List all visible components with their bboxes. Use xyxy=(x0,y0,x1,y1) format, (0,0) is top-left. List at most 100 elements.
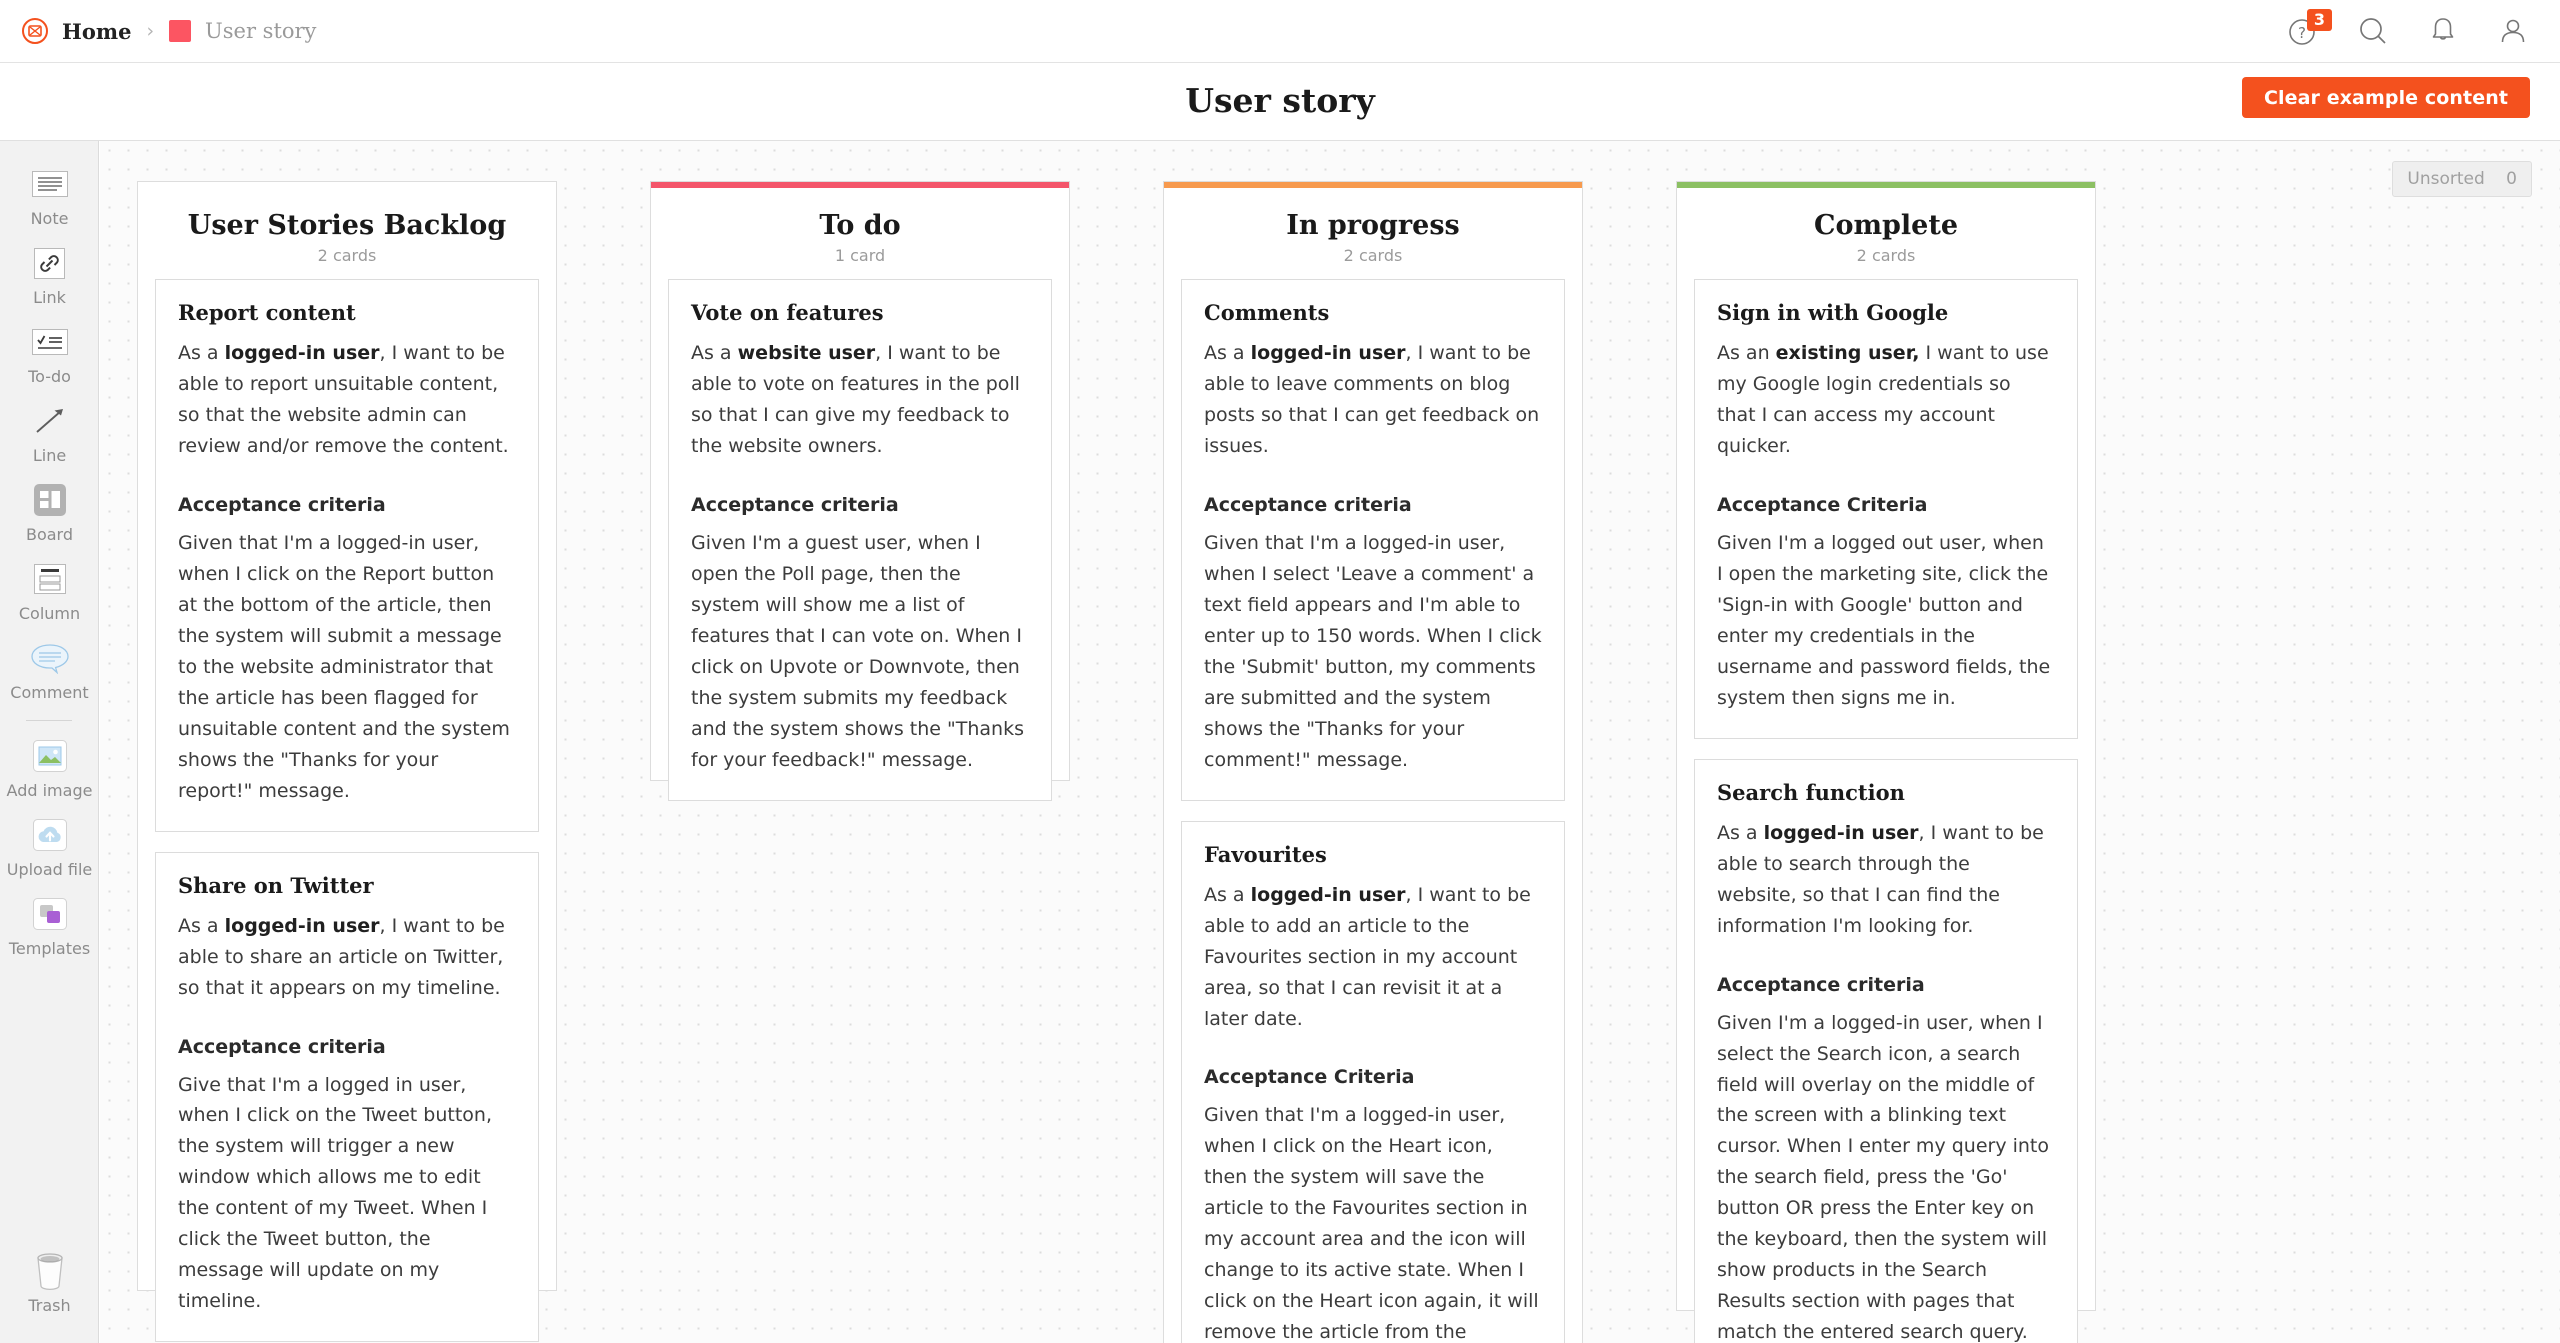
card-story: As a website user, I want to be able to … xyxy=(691,342,1020,457)
tool-line[interactable]: Line xyxy=(0,402,99,465)
unsorted-chip[interactable]: Unsorted 0 xyxy=(2392,161,2532,197)
board-column-todo[interactable]: To do 1 card Vote on features As a websi… xyxy=(650,181,1070,801)
help-badge: 3 xyxy=(2306,9,2332,31)
card-criteria: Given that I'm a logged-in user, when I … xyxy=(1204,531,1542,771)
story-card[interactable]: Search function As a logged-in user, I w… xyxy=(1694,758,2078,1343)
card-story: As an existing user, I want to use my Go… xyxy=(1717,342,2049,457)
story-card[interactable]: Vote on features As a website user, I wa… xyxy=(668,279,1052,801)
column-title: In progress xyxy=(1286,210,1460,241)
left-toolbar: Note Link To-do Line Board Column Commen… xyxy=(0,141,99,1343)
tool-note-label: Note xyxy=(30,209,69,228)
card-title: Sign in with Google xyxy=(1717,300,1949,325)
toolbar-divider xyxy=(26,720,72,721)
tool-column[interactable]: Column xyxy=(0,560,99,623)
tool-trash-label: Trash xyxy=(28,1296,71,1315)
card-criteria: Given that I'm a logged-in user, when I … xyxy=(178,531,510,802)
image-icon xyxy=(27,737,73,775)
column-header: To do 1 card xyxy=(651,188,1069,279)
card-title: Vote on features xyxy=(691,300,884,325)
tool-add-image-label: Add image xyxy=(6,781,93,800)
column-card-count: 1 card xyxy=(834,246,886,265)
tool-note[interactable]: Note xyxy=(0,165,99,228)
story-card[interactable]: Share on Twitter As a logged-in user, I … xyxy=(155,851,539,1343)
tool-board-label: Board xyxy=(25,525,74,544)
top-bar-actions: ? 3 xyxy=(2286,9,2560,48)
tool-templates[interactable]: Templates xyxy=(0,895,99,958)
clear-example-content-button[interactable]: Clear example content xyxy=(2241,77,2530,118)
tool-board[interactable]: Board xyxy=(0,481,99,544)
tool-line-label: Line xyxy=(32,446,67,465)
upload-icon xyxy=(27,816,73,854)
todo-icon xyxy=(27,323,73,361)
card-criteria: Given I'm a guest user, when I open the … xyxy=(691,531,1024,771)
story-card[interactable]: Sign in with Google As an existing user,… xyxy=(1694,279,2078,739)
trash-icon xyxy=(27,1252,73,1291)
card-story: As a logged-in user, I want to be able t… xyxy=(178,914,505,999)
help-icon[interactable]: ? 3 xyxy=(2286,9,2332,48)
column-card-count: 2 cards xyxy=(1856,246,1916,265)
tool-todo[interactable]: To-do xyxy=(0,323,99,386)
card-criteria-label: Acceptance Criteria xyxy=(1204,1066,1415,1089)
tool-comment[interactable]: Comment xyxy=(0,639,99,702)
card-criteria-label: Acceptance criteria xyxy=(691,493,899,516)
bell-icon[interactable] xyxy=(2426,14,2460,48)
card-title: Favourites xyxy=(1204,841,1327,867)
card-criteria: Given I'm a logged out user, when I open… xyxy=(1717,531,2051,709)
column-icon xyxy=(27,560,73,598)
board-canvas[interactable]: Unsorted 0 User Stories Backlog 2 cards … xyxy=(100,141,2560,1343)
breadcrumb-home[interactable]: Home xyxy=(62,19,131,44)
breadcrumb-current[interactable]: User story xyxy=(205,19,316,43)
board-column-in-progress[interactable]: In progress 2 cards Comments As a logged… xyxy=(1163,181,1583,1343)
column-header: Complete 2 cards xyxy=(1677,188,2095,279)
note-icon xyxy=(27,165,73,203)
page-title: User story xyxy=(1185,81,1375,120)
account-icon[interactable] xyxy=(2496,14,2530,48)
story-card[interactable]: Favourites As a logged-in user, I want t… xyxy=(1181,820,1565,1343)
search-icon[interactable] xyxy=(2356,14,2390,48)
line-icon xyxy=(27,402,73,440)
card-story: As a logged-in user, I want to be able t… xyxy=(178,342,509,457)
column-card-count: 2 cards xyxy=(1343,246,1403,265)
story-card[interactable]: Report content As a logged-in user, I wa… xyxy=(155,279,539,832)
column-body: Comments As a logged-in user, I want to … xyxy=(1164,279,1582,1343)
tool-add-image[interactable]: Add image xyxy=(0,737,99,800)
column-card-count: 2 cards xyxy=(317,246,377,265)
page-header: User story Clear example content xyxy=(0,63,2560,141)
tool-link[interactable]: Link xyxy=(0,244,99,307)
card-criteria-label: Acceptance criteria xyxy=(1204,493,1412,516)
column-header: User Stories Backlog 2 cards xyxy=(138,188,556,279)
column-title: To do xyxy=(819,210,901,241)
app-logo-icon[interactable] xyxy=(22,18,48,44)
link-icon xyxy=(27,244,73,282)
story-card[interactable]: Comments As a logged-in user, I want to … xyxy=(1181,279,1565,801)
tool-comment-label: Comment xyxy=(10,683,89,702)
column-title: Complete xyxy=(1813,210,1959,241)
column-header: In progress 2 cards xyxy=(1164,188,1582,279)
tool-column-label: Column xyxy=(18,604,81,623)
card-criteria-label: Acceptance criteria xyxy=(178,1035,386,1058)
column-body: Sign in with Google As an existing user,… xyxy=(1677,279,2095,1343)
unsorted-label: Unsorted xyxy=(2407,169,2485,189)
unsorted-count: 0 xyxy=(2506,169,2517,189)
tool-upload-file-label: Upload file xyxy=(6,860,93,879)
card-title: Comments xyxy=(1204,300,1330,325)
top-bar: Home › User story ? 3 xyxy=(0,0,2560,63)
board-color-swatch xyxy=(169,20,192,42)
card-story: As a logged-in user, I want to be able t… xyxy=(1204,883,1531,1030)
card-title: Report content xyxy=(178,300,356,325)
svg-text:?: ? xyxy=(2298,24,2306,42)
tool-link-label: Link xyxy=(33,288,66,307)
card-criteria-label: Acceptance criteria xyxy=(1717,973,1925,996)
card-story: As a logged-in user, I want to be able t… xyxy=(1204,342,1540,457)
card-criteria-label: Acceptance criteria xyxy=(178,493,386,516)
card-criteria: Given that I'm a logged-in user, when I … xyxy=(1204,1104,1539,1343)
card-title: Search function xyxy=(1717,779,1905,805)
tool-trash[interactable]: Trash xyxy=(0,1252,99,1315)
board-column-complete[interactable]: Complete 2 cards Sign in with Google As … xyxy=(1676,181,2096,1343)
card-criteria: Given I'm a logged-in user, when I selec… xyxy=(1717,1011,2050,1343)
templates-icon xyxy=(27,895,73,933)
tool-upload-file[interactable]: Upload file xyxy=(0,816,99,879)
board-column-backlog[interactable]: User Stories Backlog 2 cards Report cont… xyxy=(137,181,557,1343)
tool-todo-label: To-do xyxy=(28,367,71,386)
column-title: User Stories Backlog xyxy=(187,210,507,241)
